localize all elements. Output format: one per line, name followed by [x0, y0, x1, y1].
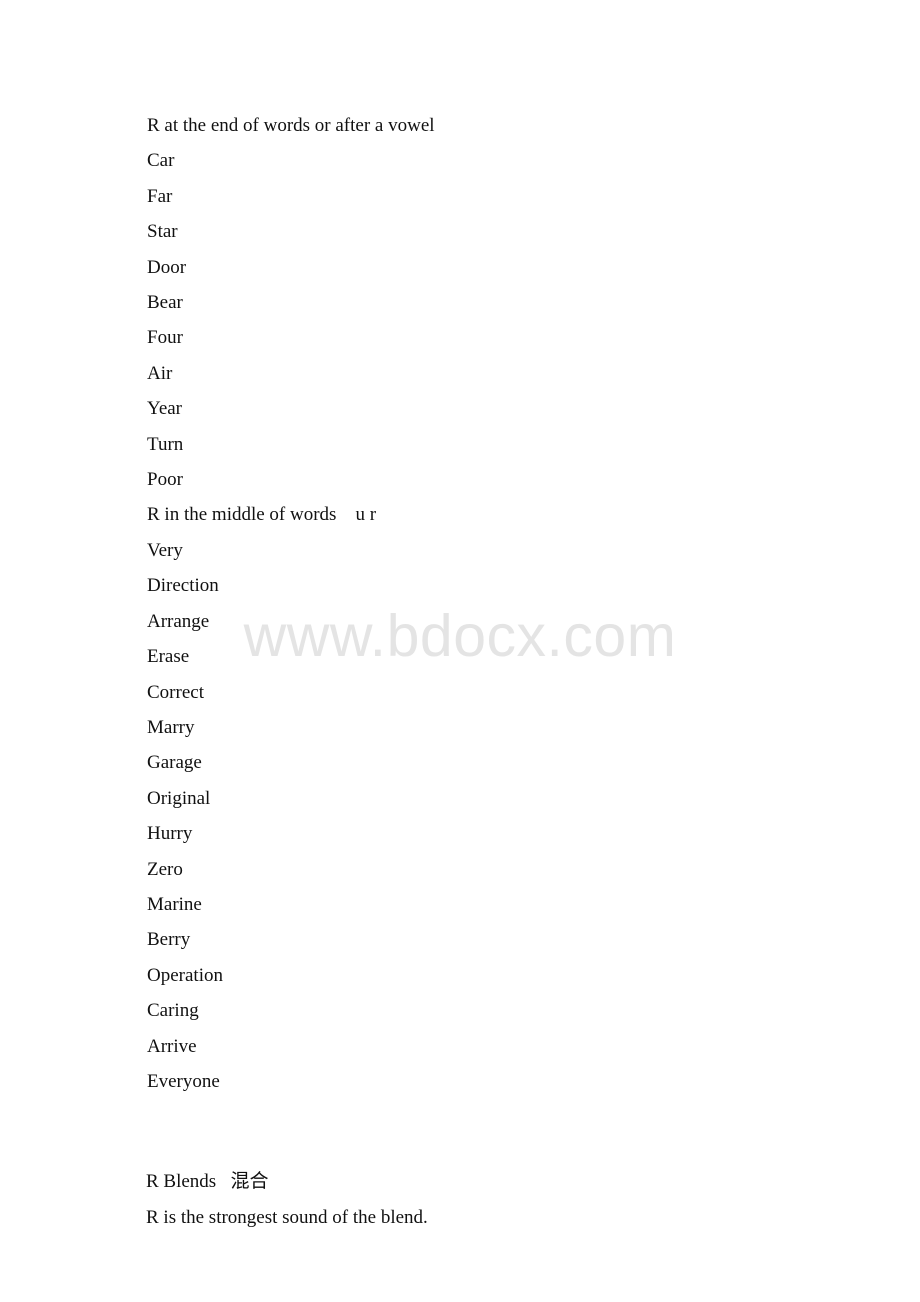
word-item: Far: [147, 185, 173, 207]
word-item: Operation: [147, 964, 223, 986]
word-item: Direction: [147, 575, 219, 597]
word-item: Erase: [147, 646, 190, 668]
blends-heading: R Blends 混合: [146, 1171, 269, 1193]
word-item: Very: [147, 539, 183, 561]
word-item: Star: [147, 221, 178, 243]
document-page: www.bdocx.com R at the end of words or a…: [0, 0, 920, 1302]
word-item: Four: [147, 327, 183, 349]
word-item: Turn: [147, 433, 184, 455]
word-item: Car: [147, 150, 175, 172]
document-body: R at the end of words or after a vowel C…: [146, 108, 847, 1236]
word-item: Bear: [147, 292, 183, 314]
word-item: Arrive: [147, 1035, 197, 1057]
word-item: Air: [147, 362, 173, 384]
word-item: Marry: [147, 716, 195, 738]
word-item: Poor: [147, 469, 183, 491]
word-item: Zero: [147, 858, 183, 880]
word-item: Berry: [147, 929, 191, 951]
section-heading: R in the middle of words u r: [147, 504, 377, 526]
word-item: Year: [147, 398, 183, 420]
blends-section: R Blends 混合 R is the strongest sound of …: [146, 1164, 847, 1236]
word-item: Correct: [147, 681, 204, 703]
word-item: Caring: [147, 1000, 199, 1022]
blends-note: R is the strongest sound of the blend.: [146, 1207, 428, 1229]
word-item: Hurry: [147, 823, 193, 845]
word-item: Door: [147, 256, 187, 278]
word-item: Arrange: [147, 610, 210, 632]
word-item: Original: [147, 787, 211, 809]
word-item: Everyone: [147, 1070, 220, 1092]
word-item: Garage: [147, 752, 202, 774]
section-heading: R at the end of words or after a vowel: [147, 115, 435, 136]
word-item: Marine: [147, 893, 202, 915]
